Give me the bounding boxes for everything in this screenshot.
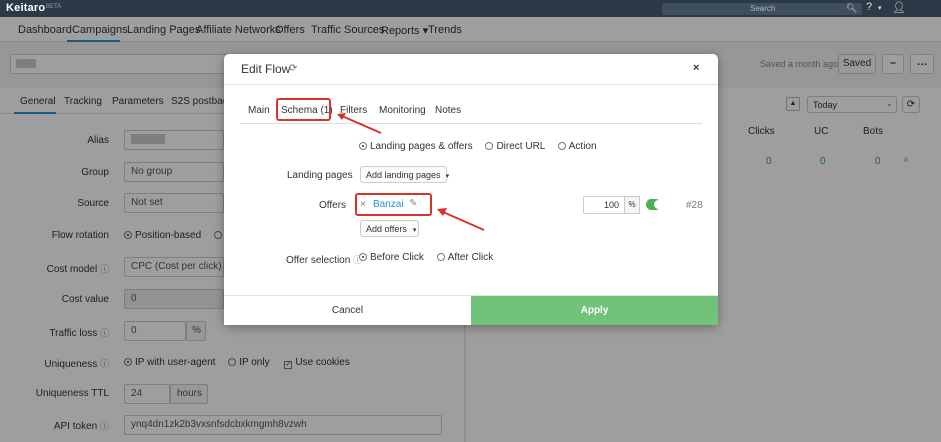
schema-tab-highlight	[276, 98, 331, 121]
add-offers-text: Add offers	[366, 224, 407, 234]
modal-title: Edit Flow	[241, 62, 291, 76]
caret-down-icon: ▾	[412, 227, 417, 234]
user-icon[interactable]: 👤︎	[892, 1, 906, 14]
cancel-button[interactable]: Cancel	[224, 296, 471, 325]
action-label: Action	[568, 141, 597, 152]
caret-down-icon: ▾	[445, 173, 450, 180]
add-offers-button[interactable]: Add offers ▾	[360, 220, 419, 237]
offers-label: Offers	[319, 200, 347, 211]
offer-share-unit: %	[624, 196, 640, 214]
offer-id: #28	[686, 200, 703, 211]
radio-direct-url[interactable]	[485, 142, 494, 150]
after-click-label: After Click	[447, 252, 494, 263]
tab-main[interactable]: Main	[248, 105, 270, 116]
schema-type-radios: Landing pages & offers Direct URL Action	[359, 141, 597, 152]
landing-pages-label: Landing pages	[287, 170, 353, 181]
before-click-label: Before Click	[370, 252, 424, 263]
edit-flow-modal	[224, 54, 718, 325]
offer-link[interactable]: Banzai	[373, 199, 404, 210]
radio-landing-pages-offers[interactable]	[359, 142, 367, 150]
toggle-knob	[654, 200, 663, 209]
direct-url-label: Direct URL	[496, 141, 545, 152]
remove-offer-icon[interactable]: ×	[360, 199, 366, 210]
offer-selection-radios: Before Click After Click	[359, 252, 493, 263]
radio-action[interactable]	[557, 142, 566, 150]
help-icon[interactable]: ?	[866, 1, 872, 13]
offer-share-input[interactable]: 100	[583, 196, 625, 214]
modal-tabs-divider	[240, 123, 702, 124]
radio-after-click[interactable]	[436, 253, 445, 261]
tab-monitoring[interactable]: Monitoring	[379, 105, 426, 116]
tab-notes[interactable]: Notes	[435, 105, 461, 116]
radio-before-click[interactable]	[359, 253, 367, 261]
logo-subtitle: BETA	[46, 4, 62, 10]
close-icon[interactable]: ×	[693, 62, 699, 74]
refresh-icon[interactable]: ⟳	[289, 63, 297, 74]
global-search-input[interactable]: Search	[662, 3, 862, 15]
tab-filters[interactable]: Filters	[340, 105, 367, 116]
offer-selection-label: Offer selection ⓘ	[286, 253, 362, 266]
add-landing-pages-text: Add landing pages	[366, 170, 441, 180]
apply-button[interactable]: Apply	[471, 296, 718, 325]
pencil-icon[interactable]: ✎	[409, 198, 417, 209]
search-icon[interactable]: 🔍︎	[846, 3, 857, 14]
offer-selection-text: Offer selection	[286, 255, 351, 266]
chevron-down-icon[interactable]: ▾	[878, 4, 882, 12]
modal-header-divider	[224, 84, 718, 85]
add-landing-pages-button[interactable]: Add landing pages ▾	[360, 166, 450, 183]
landing-pages-offers-label: Landing pages & offers	[370, 141, 473, 152]
logo[interactable]: Keitaro	[6, 2, 45, 14]
